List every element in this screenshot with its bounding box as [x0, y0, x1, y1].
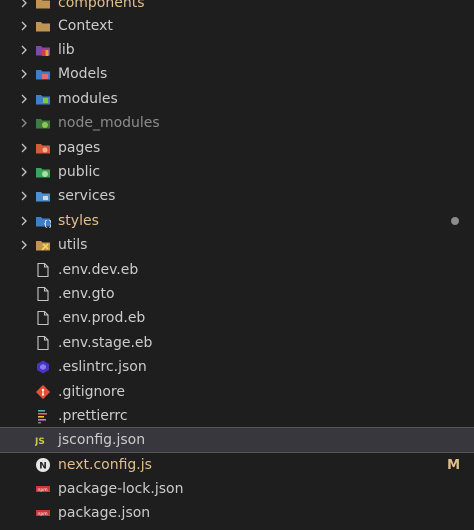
- folder-label: Models: [58, 66, 108, 82]
- file-label: .prettierrc: [58, 408, 128, 424]
- folder-label: utils: [58, 237, 88, 253]
- folder-row-utils[interactable]: utils: [0, 233, 474, 257]
- file-row-package-lock[interactable]: npm package-lock.json: [0, 477, 474, 501]
- folder-row-models[interactable]: Models: [0, 62, 474, 86]
- svg-text:N: N: [39, 462, 47, 472]
- file-label: jsconfig.json: [58, 432, 146, 448]
- folder-row-public[interactable]: public: [0, 160, 474, 184]
- file-icon: [34, 334, 52, 352]
- folder-row-node-modules[interactable]: node_modules: [0, 111, 474, 135]
- folder-row-context[interactable]: Context: [0, 14, 474, 38]
- node-modules-folder-icon: [34, 114, 52, 132]
- npm-icon: npm: [34, 480, 52, 498]
- js-icon: JS: [34, 431, 52, 449]
- utils-folder-icon: [34, 236, 52, 254]
- svg-text:npm: npm: [38, 488, 48, 493]
- chevron-right-icon[interactable]: [16, 237, 32, 253]
- modules-folder-icon: [34, 90, 52, 108]
- file-row-env-prod-eb[interactable]: .env.prod.eb: [0, 306, 474, 330]
- file-label: .env.dev.eb: [58, 262, 139, 278]
- prettier-icon: [34, 407, 52, 425]
- folder-label: pages: [58, 140, 101, 156]
- svg-text:{}: {}: [43, 219, 51, 228]
- file-row-package-json[interactable]: npm package.json: [0, 501, 474, 525]
- svg-text:npm: npm: [38, 512, 48, 517]
- chevron-right-icon[interactable]: [16, 0, 32, 11]
- chevron-right-icon[interactable]: [16, 91, 32, 107]
- nextjs-icon: N: [34, 456, 52, 474]
- folder-label: lib: [58, 42, 75, 58]
- folder-label: Context: [58, 18, 113, 34]
- file-row-env-dev-eb[interactable]: .env.dev.eb: [0, 258, 474, 282]
- styles-folder-icon: {}: [34, 212, 52, 230]
- services-folder-icon: [34, 187, 52, 205]
- file-icon: [34, 309, 52, 327]
- file-icon: [34, 285, 52, 303]
- file-explorer-tree: components Context lib Models modules no…: [0, 0, 474, 530]
- folder-label: services: [58, 188, 116, 204]
- folder-icon: [34, 17, 52, 35]
- file-icon: [34, 261, 52, 279]
- folder-label: styles: [58, 213, 99, 229]
- file-row-prettierrc[interactable]: .prettierrc: [0, 404, 474, 428]
- file-row-gitignore[interactable]: .gitignore: [0, 380, 474, 404]
- folder-row-components[interactable]: components: [0, 0, 474, 15]
- file-label: .gitignore: [58, 384, 125, 400]
- file-row-next-config[interactable]: N next.config.js M: [0, 453, 474, 477]
- git-modified-badge: M: [447, 457, 460, 473]
- file-label: .env.gto: [58, 286, 115, 302]
- folder-label: components: [58, 0, 145, 11]
- npm-icon: npm: [34, 504, 52, 522]
- file-row-eslintrc[interactable]: .eslintrc.json: [0, 355, 474, 379]
- git-icon: [34, 383, 52, 401]
- file-row-env-stage-eb[interactable]: .env.stage.eb: [0, 331, 474, 355]
- folder-row-services[interactable]: services: [0, 184, 474, 208]
- folder-row-lib[interactable]: lib: [0, 38, 474, 62]
- file-row-env-gto[interactable]: .env.gto: [0, 282, 474, 306]
- chevron-right-icon[interactable]: [16, 213, 32, 229]
- svg-text:JS: JS: [35, 437, 45, 447]
- lib-folder-icon: [34, 41, 52, 59]
- folder-label: node_modules: [58, 115, 160, 131]
- pages-folder-icon: [34, 139, 52, 157]
- public-folder-icon: [34, 163, 52, 181]
- chevron-right-icon[interactable]: [16, 115, 32, 131]
- folder-label: modules: [58, 91, 118, 107]
- models-folder-icon: [34, 65, 52, 83]
- eslint-icon: [34, 358, 52, 376]
- modified-dot-indicator: [451, 217, 459, 225]
- file-label: package.json: [58, 505, 151, 521]
- file-label: package-lock.json: [58, 481, 184, 497]
- chevron-right-icon[interactable]: [16, 188, 32, 204]
- chevron-right-icon[interactable]: [16, 164, 32, 180]
- folder-row-pages[interactable]: pages: [0, 136, 474, 160]
- file-label: next.config.js: [58, 457, 152, 473]
- chevron-right-icon[interactable]: [16, 140, 32, 156]
- folder-row-styles[interactable]: {} styles: [0, 209, 474, 233]
- folder-row-modules[interactable]: modules: [0, 87, 474, 111]
- folder-icon: [34, 0, 52, 12]
- chevron-right-icon[interactable]: [16, 18, 32, 34]
- file-row-jsconfig[interactable]: JS jsconfig.json: [0, 427, 474, 453]
- file-label: .eslintrc.json: [58, 359, 147, 375]
- folder-label: public: [58, 164, 101, 180]
- chevron-right-icon[interactable]: [16, 66, 32, 82]
- file-label: .env.prod.eb: [58, 310, 146, 326]
- file-label: .env.stage.eb: [58, 335, 153, 351]
- chevron-right-icon[interactable]: [16, 42, 32, 58]
